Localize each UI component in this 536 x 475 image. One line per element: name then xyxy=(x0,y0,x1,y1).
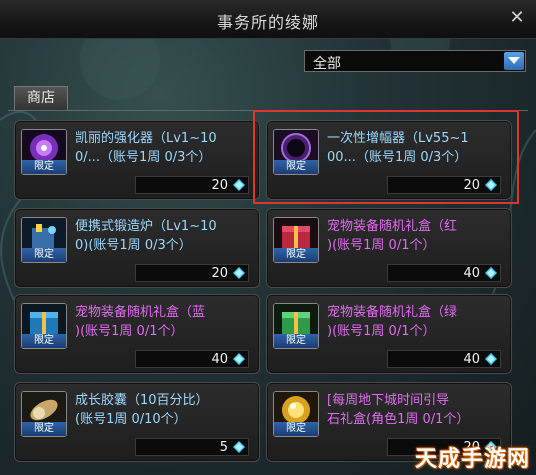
blue-giftbox-icon: 限定 xyxy=(21,303,67,349)
tab-shop[interactable]: 商店 xyxy=(14,86,68,110)
item-name: 宠物装备随机礼盒（红 )(账号1周 0/1个） xyxy=(327,219,458,253)
limited-badge: 限定 xyxy=(274,422,318,436)
item-name: 便携式锻造炉（Lv1~10 0)(账号1周 0/3个） xyxy=(75,219,217,253)
item-name: [每周地下城时间引导 石礼盒(角色1周 0/1个） xyxy=(327,393,470,427)
item-price: 40 xyxy=(463,266,480,281)
purple-orb-icon: 限定 xyxy=(21,129,67,175)
limited-badge: 限定 xyxy=(22,160,66,174)
blue-gem-icon xyxy=(485,353,497,365)
price-box: 40 xyxy=(387,350,501,368)
shop-item[interactable]: 限定 成长胶囊（10百分比） (账号1周 0/10个） 5 xyxy=(14,382,260,462)
capsule-icon: 限定 xyxy=(21,391,67,437)
green-giftbox-icon: 限定 xyxy=(273,303,319,349)
item-name: 宠物装备随机礼盒（蓝 )(账号1周 0/1个） xyxy=(75,305,206,339)
price-box: 20 xyxy=(135,264,249,282)
shop-window: 事务所的绫娜 ✕ 全部 商店 限定 凯丽的强化器（Lv1~10 0/...（账号… xyxy=(0,0,536,475)
item-price: 5 xyxy=(219,440,228,455)
window-title: 事务所的绫娜 xyxy=(216,13,319,32)
chevron-down-icon[interactable] xyxy=(504,52,524,70)
item-price: 40 xyxy=(211,352,228,367)
shop-item[interactable]: 限定 宠物装备随机礼盒（蓝 )(账号1周 0/1个） 40 xyxy=(14,294,260,374)
limited-badge: 限定 xyxy=(22,248,66,262)
blue-gem-icon xyxy=(233,267,245,279)
blue-gem-icon xyxy=(485,267,497,279)
watermark: 天成手游网 xyxy=(414,447,530,472)
price-box: 5 xyxy=(135,438,249,456)
highlight-box xyxy=(253,110,519,204)
category-dropdown[interactable]: 全部 xyxy=(304,50,526,72)
price-box: 20 xyxy=(135,176,249,194)
title-bar: 事务所的绫娜 ✕ xyxy=(0,0,536,39)
item-name: 凯丽的强化器（Lv1~10 0/...（账号1周 0/3个） xyxy=(75,131,217,165)
item-price: 40 xyxy=(463,352,480,367)
shop-item[interactable]: 限定 宠物装备随机礼盒（红 )(账号1周 0/1个） 40 xyxy=(266,208,512,288)
blue-gem-icon xyxy=(233,179,245,191)
shop-item[interactable]: 限定 凯丽的强化器（Lv1~10 0/...（账号1周 0/3个） 20 xyxy=(14,120,260,200)
close-icon[interactable]: ✕ xyxy=(506,7,528,29)
item-price: 20 xyxy=(211,266,228,281)
dropdown-selected-value: 全部 xyxy=(313,56,341,72)
limited-badge: 限定 xyxy=(22,334,66,348)
price-box: 40 xyxy=(135,350,249,368)
red-giftbox-icon: 限定 xyxy=(273,217,319,263)
blue-gem-icon xyxy=(233,353,245,365)
price-box: 40 xyxy=(387,264,501,282)
limited-badge: 限定 xyxy=(274,334,318,348)
forge-icon: 限定 xyxy=(21,217,67,263)
gold-orb-icon: 限定 xyxy=(273,391,319,437)
limited-badge: 限定 xyxy=(22,422,66,436)
item-name: 成长胶囊（10百分比） (账号1周 0/10个） xyxy=(75,393,209,427)
item-name: 宠物装备随机礼盒（绿 )(账号1周 0/1个） xyxy=(327,305,458,339)
shop-item[interactable]: 限定 便携式锻造炉（Lv1~10 0)(账号1周 0/3个） 20 xyxy=(14,208,260,288)
item-price: 20 xyxy=(211,178,228,193)
shop-item[interactable]: 限定 宠物装备随机礼盒（绿 )(账号1周 0/1个） 40 xyxy=(266,294,512,374)
limited-badge: 限定 xyxy=(274,248,318,262)
blue-gem-icon xyxy=(233,441,245,453)
